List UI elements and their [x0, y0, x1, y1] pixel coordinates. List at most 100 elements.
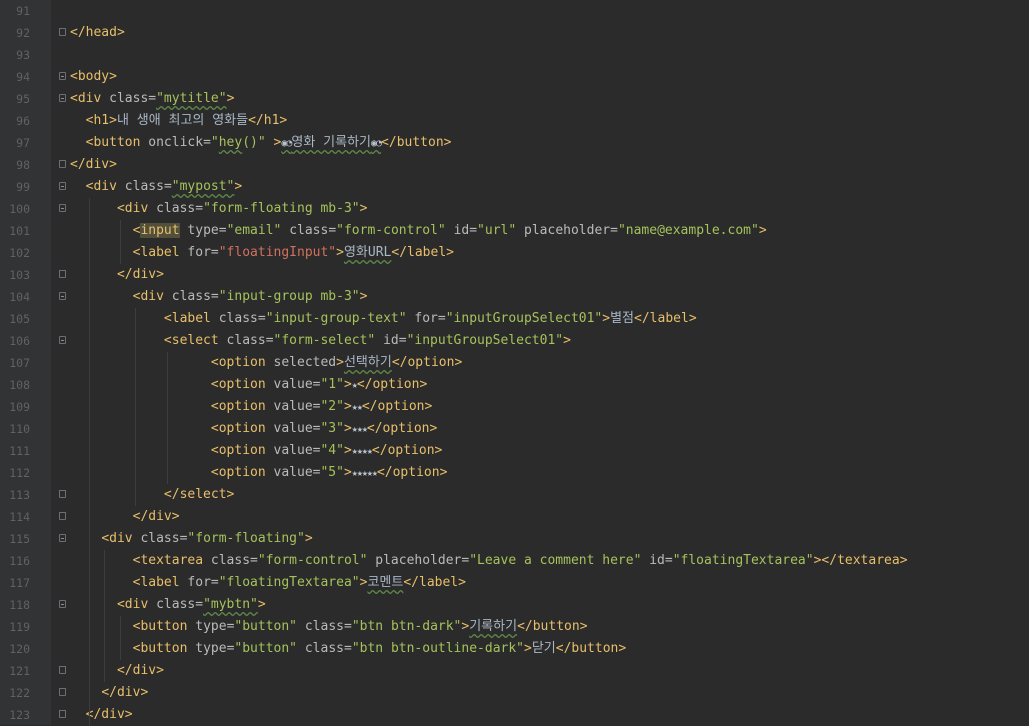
line-number: 105 — [9, 312, 30, 326]
code-text: <label for="floatingInput">영화URL</label> — [132, 245, 454, 260]
code-line[interactable]: 99 <div class="mypost"> — [16, 176, 1029, 198]
code-text: <textarea class="form-control" placehold… — [132, 553, 908, 568]
code-line[interactable]: 120 <button type="button" class="btn btn… — [9, 638, 1029, 660]
code-line[interactable]: 102 <label for="floatingInput">영화URL</la… — [9, 242, 1029, 264]
fold-toggle-icon[interactable] — [59, 182, 66, 190]
indent-guide — [135, 308, 137, 506]
code-line[interactable]: 103 </div> — [9, 264, 1029, 286]
line-number: 100 — [9, 202, 30, 216]
code-line[interactable]: 93 — [16, 44, 1029, 66]
code-line[interactable]: 98 </div> — [16, 154, 1029, 176]
fold-toggle-icon[interactable] — [59, 710, 66, 718]
code-line[interactable]: 114 </div> — [9, 506, 1029, 528]
code-line[interactable]: 115 <div class="form-floating"> — [9, 528, 1029, 550]
code-line[interactable]: 112 <option value="5">★★★★★</option> — [9, 462, 1029, 484]
code-text: <body> — [70, 69, 117, 84]
line-number: 118 — [9, 598, 30, 612]
code-line[interactable]: 95 <div class="mytitle"> — [16, 88, 1029, 110]
code-text: <input type="email" class="form-control"… — [132, 223, 767, 238]
code-text: </div> — [85, 707, 133, 722]
code-text: <button type="button" class="btn btn-out… — [132, 641, 627, 656]
code-text: </div> — [116, 663, 164, 678]
code-text: </div> — [70, 157, 117, 172]
line-number: 91 — [16, 4, 30, 18]
code-text: <option selected>선택하기</option> — [210, 355, 463, 370]
fold-toggle-icon[interactable] — [59, 72, 66, 80]
line-number: 115 — [9, 532, 30, 546]
code-text: <label class="input-group-text" for="inp… — [163, 311, 697, 326]
code-line[interactable]: 97 <button onclick="hey()" >◉◔영화 기록하기◉◔<… — [16, 132, 1029, 154]
code-line[interactable]: 101 <input type="email" class="form-cont… — [9, 220, 1029, 242]
code-line[interactable]: 92 </head> — [16, 22, 1029, 44]
code-text: </div> — [101, 685, 149, 700]
code-line[interactable]: 122 </div> — [9, 682, 1029, 704]
fold-toggle-icon[interactable] — [59, 336, 66, 344]
code-text: <option value="1">★</option> — [210, 377, 428, 392]
code-line[interactable]: 91 — [16, 0, 1029, 22]
line-number: 114 — [9, 510, 30, 524]
line-number: 117 — [9, 576, 30, 590]
code-line[interactable]: 104 <div class="input-group mb-3"> — [9, 286, 1029, 308]
line-number: 116 — [9, 554, 30, 568]
code-text: </select> — [163, 487, 235, 502]
code-line[interactable]: 118 <div class="mybtn"> — [9, 594, 1029, 616]
code-line[interactable]: 119 <button type="button" class="btn btn… — [9, 616, 1029, 638]
code-line[interactable]: 111 <option value="4">★★★★</option> — [9, 440, 1029, 462]
indent-guide — [166, 352, 168, 484]
fold-toggle-icon[interactable] — [59, 28, 66, 36]
code-text: <select class="form-select" id="inputGro… — [163, 333, 571, 348]
code-line[interactable]: 105 <label class="input-group-text" for=… — [9, 308, 1029, 330]
fold-toggle-icon[interactable] — [59, 512, 66, 520]
code-line[interactable]: 96 <h1>내 생애 최고의 영화들</h1> — [16, 110, 1029, 132]
code-line[interactable]: 113 </select> — [9, 484, 1029, 506]
fold-toggle-icon[interactable] — [59, 204, 66, 212]
line-number: 110 — [9, 422, 30, 436]
code-text: <label for="floatingTextarea">코멘트</label… — [132, 575, 466, 590]
line-number: 102 — [9, 246, 30, 260]
code-text: </head> — [70, 25, 125, 40]
fold-toggle-icon[interactable] — [59, 270, 66, 278]
line-number: 112 — [9, 466, 30, 480]
indent-guide — [119, 220, 121, 264]
fold-toggle-icon[interactable] — [59, 688, 66, 696]
line-number: 103 — [9, 268, 30, 282]
code-line[interactable]: 117 <label for="floatingTextarea">코멘트</l… — [9, 572, 1029, 594]
code-line[interactable]: 107 <option selected>선택하기</option> — [9, 352, 1029, 374]
code-line[interactable]: 123 </div> — [9, 704, 1029, 726]
fold-toggle-icon[interactable] — [59, 534, 66, 542]
line-number: 113 — [9, 488, 30, 502]
code-line[interactable]: 109 <option value="2">★★</option> — [9, 396, 1029, 418]
line-number: 120 — [9, 642, 30, 656]
line-number: 96 — [16, 114, 30, 128]
line-number: 101 — [9, 224, 30, 238]
fold-toggle-icon[interactable] — [59, 600, 66, 608]
fold-toggle-icon[interactable] — [59, 490, 66, 498]
line-number: 119 — [9, 620, 30, 634]
code-text: <button onclick="hey()" >◉◔영화 기록하기◉◔</bu… — [85, 135, 452, 150]
code-line[interactable]: 106 <select class="form-select" id="inpu… — [9, 330, 1029, 352]
code-editor[interactable]: 91 92 </head> 93 94 <body> 95 <div class="mytit… — [0, 0, 1029, 726]
fold-toggle-icon[interactable] — [59, 292, 66, 300]
fold-toggle-icon[interactable] — [59, 160, 66, 168]
code-text: </div> — [116, 267, 164, 282]
code-line[interactable]: 110 <option value="3">★★★</option> — [9, 418, 1029, 440]
code-line[interactable]: 108 <option value="1">★</option> — [9, 374, 1029, 396]
code-text: <option value="5">★★★★★</option> — [210, 465, 448, 480]
code-line[interactable]: 100 <div class="form-floating mb-3"> — [9, 198, 1029, 220]
code-area[interactable]: 91 92 </head> 93 94 <body> 95 <div class="mytit… — [9, 0, 1029, 726]
code-text: <div class="input-group mb-3"> — [132, 289, 368, 304]
code-text: <option value="3">★★★</option> — [210, 421, 438, 436]
indent-guide — [88, 198, 90, 726]
code-text: <option value="4">★★★★</option> — [210, 443, 443, 458]
line-number: 121 — [9, 664, 30, 678]
line-number: 98 — [16, 158, 30, 172]
fold-toggle-icon[interactable] — [59, 94, 66, 102]
code-line[interactable]: 94 <body> — [16, 66, 1029, 88]
line-number: 104 — [9, 290, 30, 304]
code-line[interactable]: 121 </div> — [9, 660, 1029, 682]
code-line[interactable]: 116 <textarea class="form-control" place… — [9, 550, 1029, 572]
code-text: <div class="form-floating"> — [101, 531, 313, 546]
fold-toggle-icon[interactable] — [59, 666, 66, 674]
code-text: <div class="mytitle"> — [70, 91, 235, 106]
line-number: 109 — [9, 400, 30, 414]
